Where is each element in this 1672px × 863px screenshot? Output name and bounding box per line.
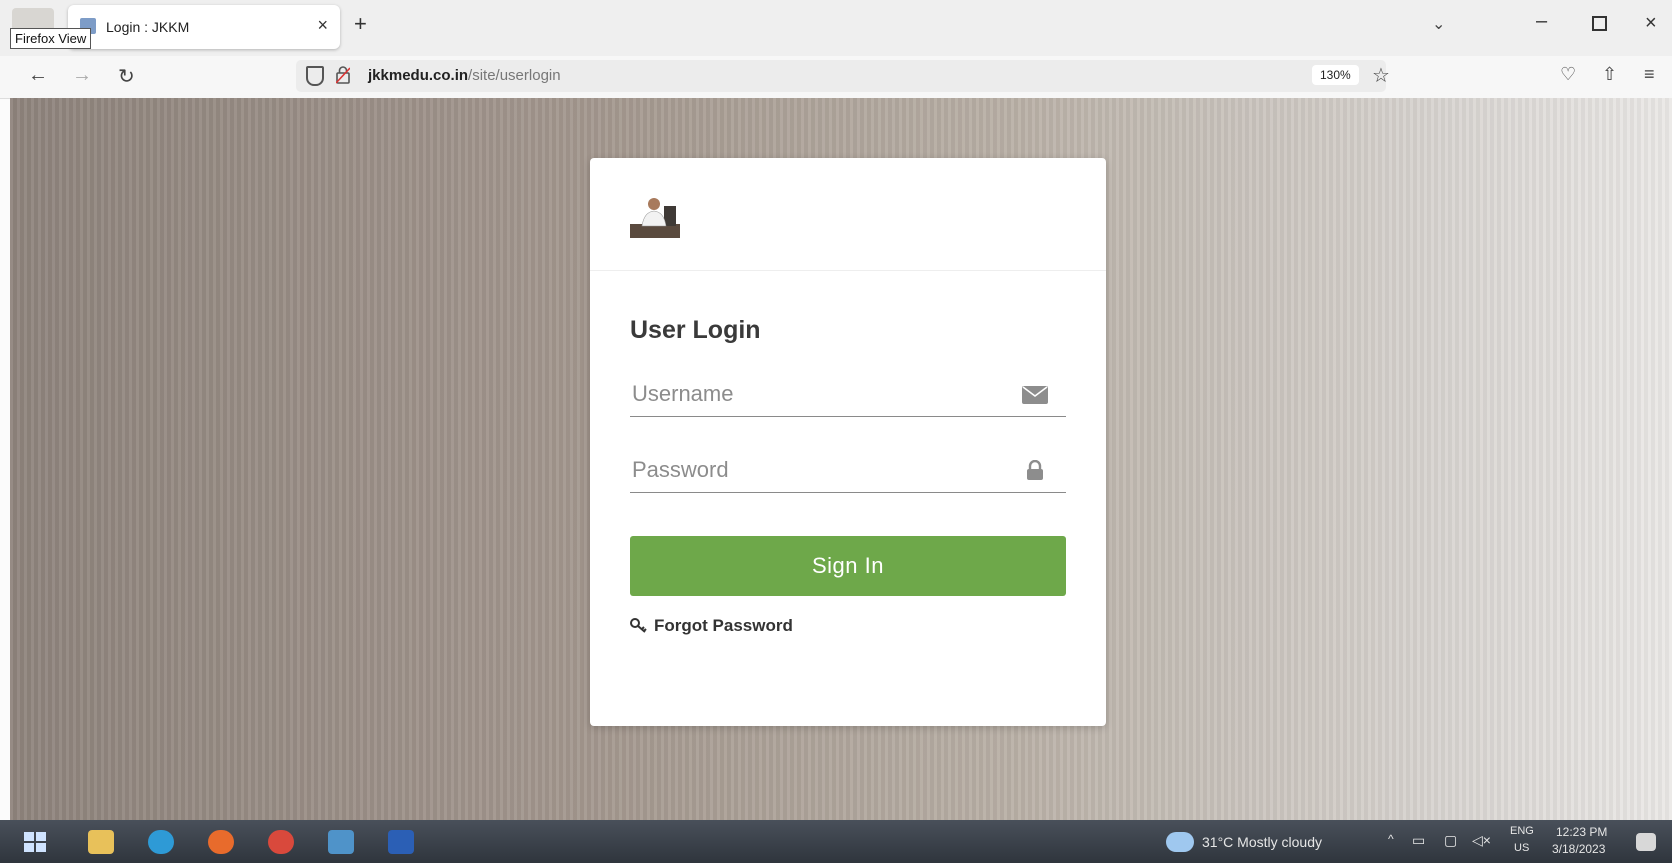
password-input[interactable]: [630, 454, 1014, 486]
url-path: /site/userlogin: [468, 67, 561, 84]
login-card: User Login Sign In Forgot Password: [590, 158, 1106, 726]
envelope-icon: [1022, 386, 1048, 404]
windows-start-icon[interactable]: [22, 830, 48, 854]
address-bar[interactable]: jkkmedu.co.in/site/userlogin 130% ☆: [296, 60, 1390, 92]
zoom-level-badge[interactable]: 130%: [1312, 65, 1359, 85]
word-icon[interactable]: [388, 830, 414, 854]
password-field: [630, 448, 1066, 493]
key-icon: [630, 618, 647, 633]
volume-muted-icon[interactable]: ◁×: [1472, 832, 1491, 849]
lang-bottom[interactable]: US: [1514, 842, 1529, 854]
restore-button[interactable]: [1592, 16, 1607, 31]
username-input[interactable]: [630, 378, 1014, 410]
tab-login[interactable]: Login : JKKM ×: [68, 5, 340, 49]
weather-text[interactable]: 31°C Mostly cloudy: [1202, 834, 1322, 850]
windows-taskbar: 31°C Mostly cloudy ^ ▭ ▢ ◁× ENG US 12:23…: [0, 820, 1672, 863]
photos-icon[interactable]: [328, 830, 354, 854]
pocket-icon[interactable]: ♡: [1560, 64, 1576, 85]
tray-chevron-icon[interactable]: ^: [1388, 832, 1394, 846]
url-host: jkkmedu.co.in: [368, 67, 469, 84]
notifications-icon[interactable]: [1636, 833, 1656, 851]
weather-cloud-icon[interactable]: [1166, 832, 1194, 852]
forward-button[interactable]: →: [72, 64, 92, 87]
clock-date[interactable]: 3/18/2023: [1552, 842, 1605, 856]
firefox-icon[interactable]: [208, 830, 234, 854]
back-button[interactable]: ←: [28, 64, 48, 87]
bookmark-star-icon[interactable]: ☆: [1372, 63, 1390, 88]
clock-time[interactable]: 12:23 PM: [1556, 825, 1607, 839]
extensions-icon[interactable]: ⇧: [1602, 64, 1617, 85]
tab-title: Login : JKKM: [106, 19, 190, 35]
reload-button[interactable]: ↻: [118, 64, 135, 89]
edge-icon[interactable]: [148, 830, 174, 854]
card-header: [590, 158, 1106, 271]
network-icon[interactable]: ▭: [1412, 832, 1425, 849]
forgot-password-label: Forgot Password: [654, 616, 793, 635]
insecure-lock-icon[interactable]: [336, 66, 350, 84]
lock-icon: [1027, 460, 1043, 480]
tracking-shield-icon[interactable]: [306, 66, 324, 86]
firefox-view-tooltip: Firefox View: [10, 28, 92, 49]
username-field: [630, 372, 1066, 417]
menu-icon[interactable]: ≡: [1644, 64, 1655, 85]
forgot-password-link[interactable]: Forgot Password: [630, 616, 793, 636]
url-text[interactable]: jkkmedu.co.in/site/userlogin: [368, 67, 561, 84]
navigation-bar: ← → ↻ jkkmedu.co.in/site/userlogin 130% …: [0, 56, 1672, 99]
site-logo: [630, 198, 680, 238]
login-title: User Login: [630, 316, 761, 344]
page-background: User Login Sign In Forgot Password: [10, 98, 1672, 820]
minimize-button[interactable]: –: [1536, 10, 1547, 33]
sign-in-button[interactable]: Sign In: [630, 536, 1066, 596]
lang-top[interactable]: ENG: [1510, 825, 1534, 837]
window-close-button[interactable]: ×: [1645, 12, 1657, 35]
chrome-icon[interactable]: [268, 830, 294, 854]
file-explorer-icon[interactable]: [88, 830, 114, 854]
tab-strip: Firefox View Login : JKKM × + ⌄ – ×: [0, 0, 1672, 56]
tab-list-chevron-icon[interactable]: ⌄: [1432, 14, 1445, 34]
meet-icon[interactable]: ▢: [1444, 832, 1457, 849]
tab-close-icon[interactable]: ×: [317, 15, 328, 36]
new-tab-button[interactable]: +: [354, 13, 367, 35]
